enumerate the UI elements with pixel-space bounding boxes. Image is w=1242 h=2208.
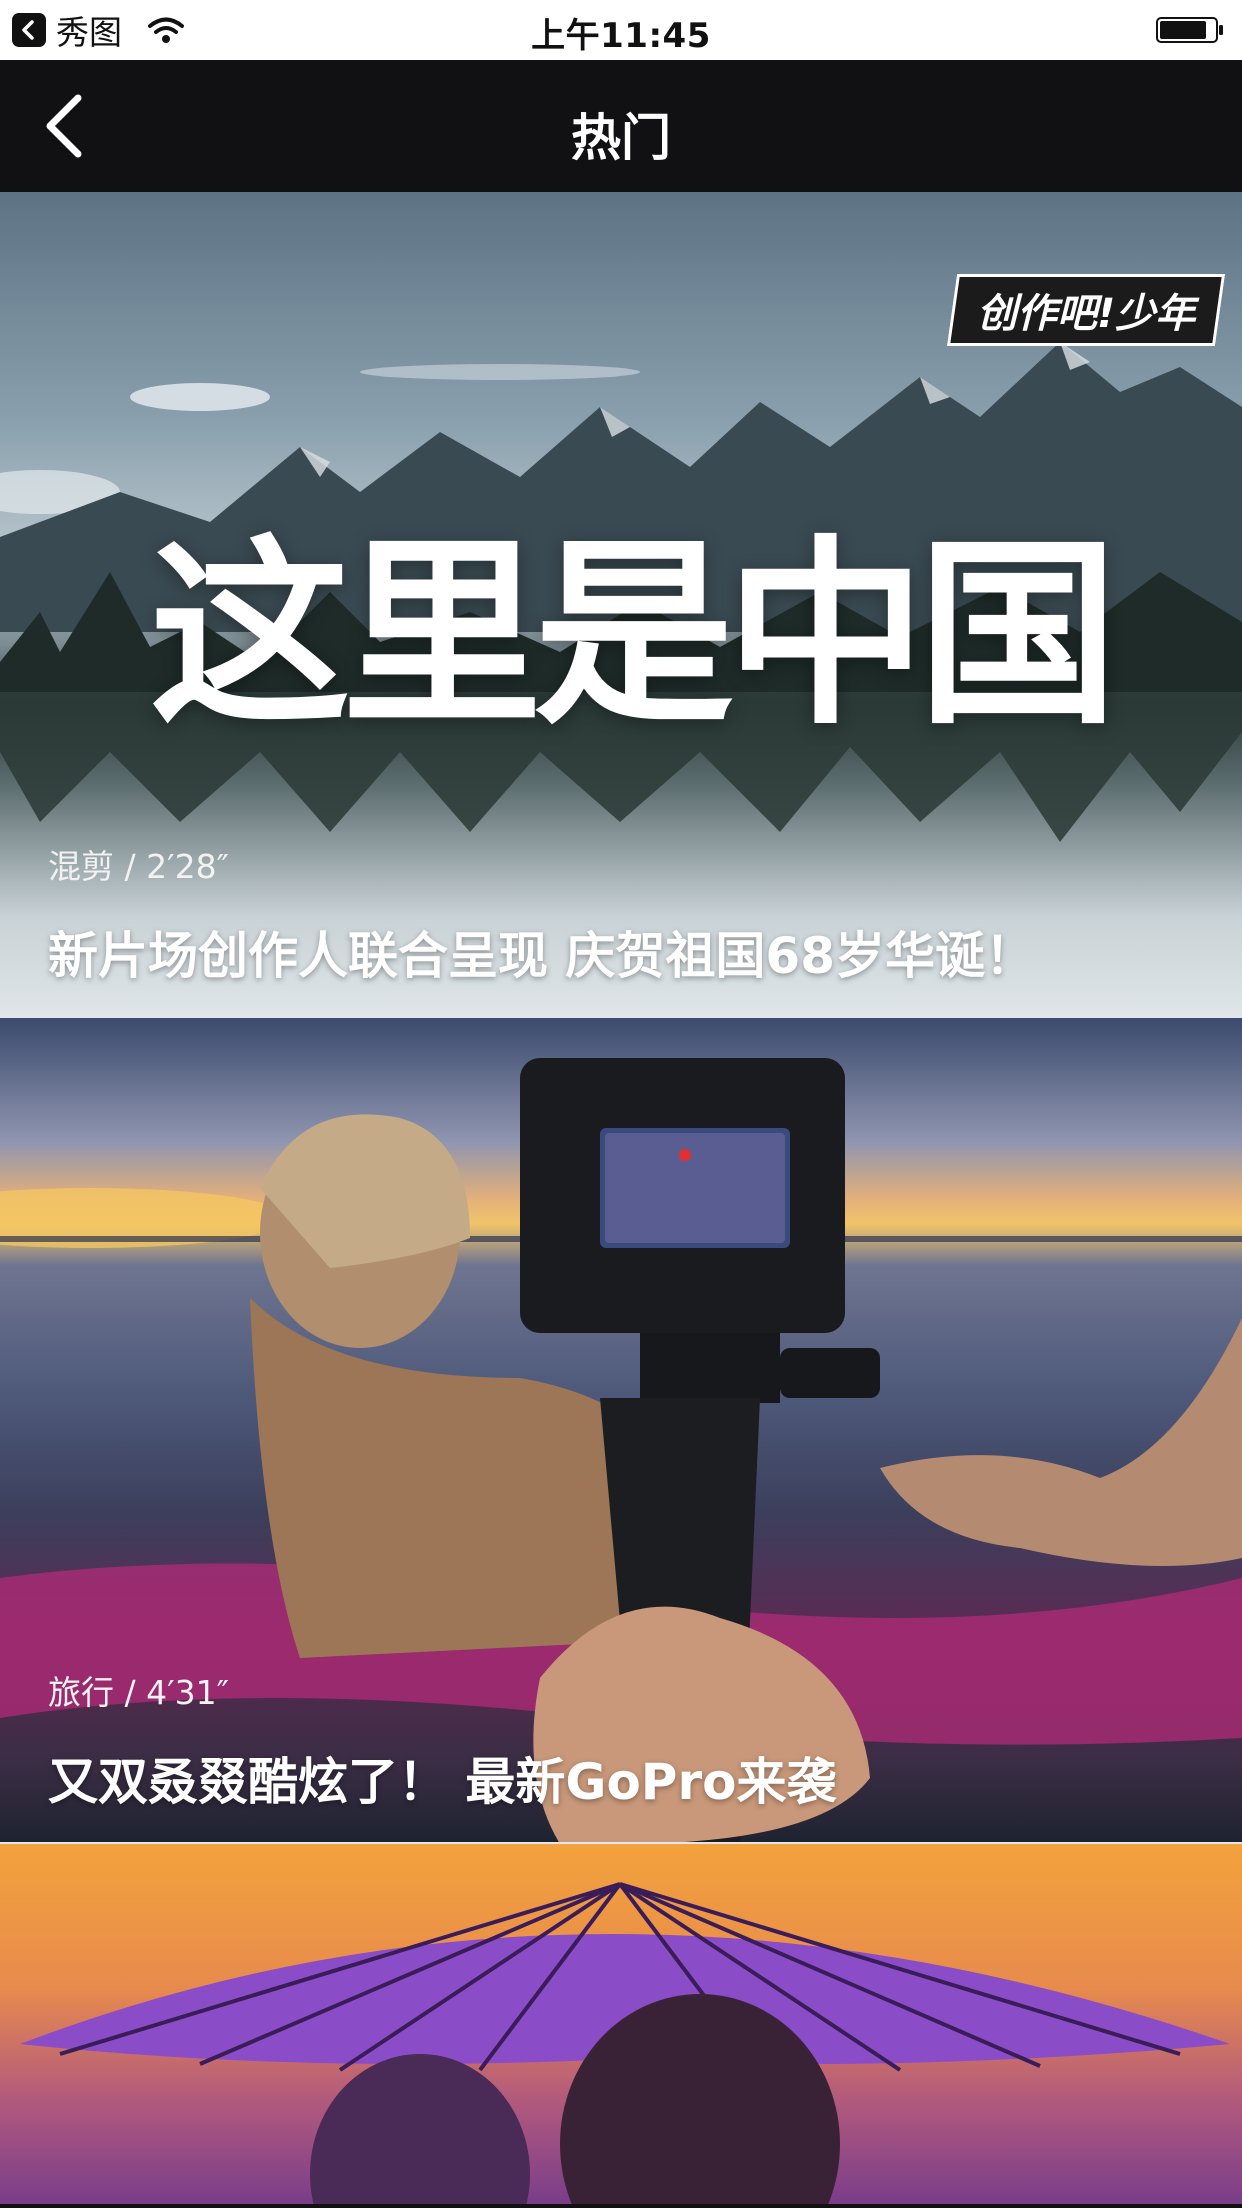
navigation-bar: 热门 [0,60,1242,192]
battery-icon [1156,17,1223,43]
brand-badge: 创作吧!少年 [946,274,1226,346]
video-thumbnail [0,1844,1242,2204]
status-time: 上午11:45 [531,16,711,56]
video-meta: 旅行 / 4′31″ [48,1673,229,1712]
video-card[interactable]: 创作吧!少年 这里是中国 混剪 / 2′28″ 新片场创作人联合呈现 庆贺祖国6… [0,192,1242,1018]
video-meta: 混剪 / 2′28″ [48,847,229,886]
video-title[interactable]: 新片场创作人联合呈现 庆贺祖国68岁华诞！ [48,916,1035,988]
video-card[interactable] [0,1844,1242,2204]
thumbnail-overlay-text: 这里是中国 [150,517,1118,752]
video-thumbnail: 创作吧!少年 这里是中国 [0,192,1242,1016]
status-bar: 秀图 上午11:45 [0,0,1242,60]
video-thumbnail [0,1018,1242,1842]
video-feed: 创作吧!少年 这里是中国 混剪 / 2′28″ 新片场创作人联合呈现 庆贺祖国6… [0,192,1242,2204]
video-card[interactable]: 旅行 / 4′31″ 又双叒叕酷炫了！ 最新GoPro来袭 [0,1018,1242,1844]
video-title[interactable]: 又双叒叕酷炫了！ 最新GoPro来袭 [48,1742,836,1814]
page-title: 热门 [571,109,671,167]
